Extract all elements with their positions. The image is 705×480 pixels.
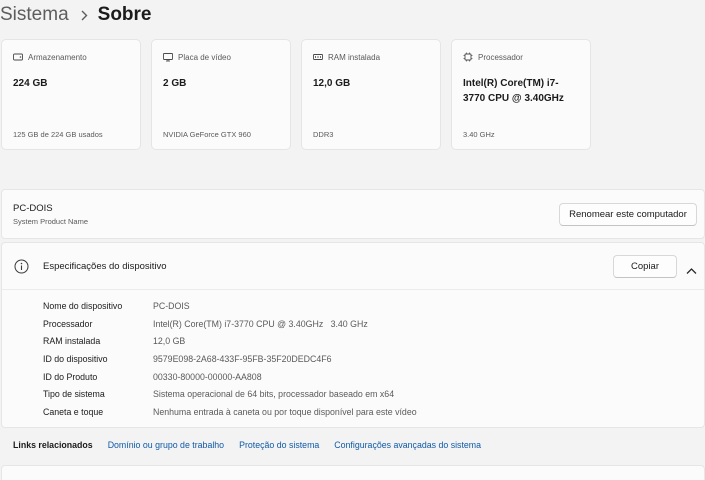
- spec-row: RAM instalada 12,0 GB: [43, 332, 417, 350]
- spec-row: Caneta e toque Nenhuma entrada à caneta …: [43, 403, 417, 421]
- spec-row: ID do Produto 00330-80000-00000-AA808: [43, 368, 417, 386]
- pc-name-panel: PC-DOIS System Product Name Renomear est…: [1, 189, 705, 239]
- storage-label: Armazenamento: [28, 52, 87, 62]
- spec-key: Nome do dispositivo: [43, 300, 123, 311]
- next-settings-panel: [1, 465, 705, 480]
- processor-sub: 3.40 GHz: [463, 130, 495, 139]
- link-system-protection[interactable]: Proteção do sistema: [239, 440, 319, 450]
- spec-key: ID do Produto: [43, 371, 98, 382]
- ram-value: 12,0 GB: [313, 78, 351, 89]
- spec-row: ID do dispositivo 9579E098-2A68-433F-95F…: [43, 350, 417, 368]
- spec-value: 00330-80000-00000-AA808: [153, 371, 262, 382]
- graphics-card-icon: [163, 52, 173, 62]
- link-domain-workgroup[interactable]: Domínio ou grupo de trabalho: [108, 440, 224, 450]
- spec-value: 12,0 GB: [153, 336, 186, 347]
- chevron-up-icon[interactable]: [686, 262, 697, 274]
- ram-sub: DDR3: [313, 130, 334, 139]
- storage-card[interactable]: Armazenamento 224 GB 125 GB de 224 GB us…: [1, 39, 141, 150]
- related-links-bar: Links relacionados Domínio ou grupo de t…: [1, 428, 705, 462]
- related-links-title: Links relacionados: [13, 440, 93, 450]
- chevron-right-icon: [81, 10, 88, 21]
- link-advanced-system-settings[interactable]: Configurações avançadas do sistema: [334, 440, 481, 450]
- storage-sub: 125 GB de 224 GB usados: [13, 130, 103, 139]
- device-specs-list: Nome do dispositivo PC-DOIS Processador …: [43, 297, 417, 421]
- spec-value: Sistema operacional de 64 bits, processa…: [153, 389, 395, 400]
- ram-label: RAM instalada: [328, 52, 381, 62]
- pc-name: PC-DOIS: [13, 203, 53, 214]
- storage-icon: [13, 52, 23, 62]
- processor-card[interactable]: Processador Intel(R) Core(TM) i7-3770 CP…: [451, 39, 591, 150]
- spec-key: Caneta e toque: [43, 406, 104, 417]
- ram-card[interactable]: RAM instalada 12,0 GB DDR3: [301, 39, 441, 150]
- spec-value: PC-DOIS: [153, 300, 190, 311]
- graphics-card[interactable]: Placa de vídeo 2 GB NVIDIA GeForce GTX 9…: [151, 39, 291, 150]
- spec-row: Tipo de sistema Sistema operacional de 6…: [43, 385, 417, 403]
- spec-key: RAM instalada: [43, 336, 101, 347]
- spec-row: Nome do dispositivo PC-DOIS: [43, 297, 417, 315]
- summary-cards: Armazenamento 224 GB 125 GB de 224 GB us…: [1, 39, 591, 150]
- page-title: Sobre: [97, 4, 152, 25]
- pc-product-name: System Product Name: [13, 217, 89, 226]
- device-specs-title: Especificações do dispositivo: [43, 261, 167, 272]
- device-specs-header[interactable]: Especificações do dispositivo Copiar: [2, 243, 704, 290]
- spec-row: Processador Intel(R) Core(TM) i7-3770 CP…: [43, 315, 417, 333]
- info-icon: [14, 259, 29, 274]
- copy-button[interactable]: Copiar: [613, 255, 677, 278]
- breadcrumb-parent[interactable]: Sistema: [0, 4, 69, 26]
- spec-key: Processador: [43, 318, 93, 329]
- processor-icon: [463, 52, 473, 62]
- breadcrumb: Sistema Sobre: [0, 0, 152, 30]
- device-specs-panel: Especificações do dispositivo Copiar Nom…: [1, 242, 705, 428]
- rename-computer-button[interactable]: Renomear este computador: [559, 203, 697, 226]
- graphics-sub: NVIDIA GeForce GTX 960: [163, 130, 251, 139]
- ram-icon: [313, 52, 323, 62]
- spec-key: Tipo de sistema: [43, 389, 105, 400]
- storage-value: 224 GB: [13, 78, 48, 89]
- processor-value: Intel(R) Core(TM) i7-3770 CPU @ 3.40GHz: [463, 78, 564, 104]
- spec-key: ID do dispositivo: [43, 353, 108, 364]
- spec-value: Intel(R) Core(TM) i7-3770 CPU @ 3.40GHz …: [153, 318, 368, 329]
- spec-value: Nenhuma entrada à caneta ou por toque di…: [153, 406, 417, 417]
- spec-value: 9579E098-2A68-433F-95FB-35F20DEDC4F6: [153, 353, 332, 364]
- graphics-label: Placa de vídeo: [178, 52, 231, 62]
- processor-label: Processador: [478, 52, 523, 62]
- graphics-value: 2 GB: [163, 78, 187, 89]
